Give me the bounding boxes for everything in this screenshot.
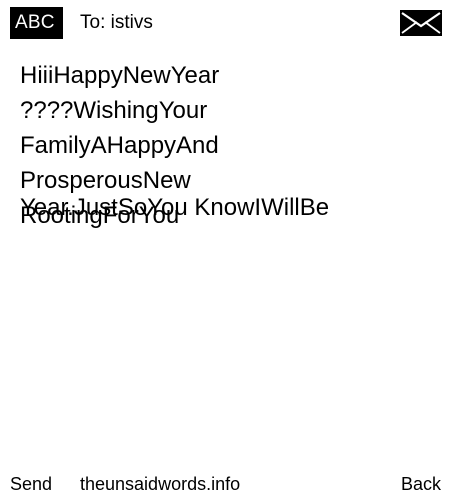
site-credit: theunsaidwords.info xyxy=(80,474,241,494)
message-header: ABC To: istivs xyxy=(0,0,450,46)
send-softkey[interactable]: Send xyxy=(10,468,52,500)
input-mode-badge: ABC xyxy=(10,7,63,39)
envelope-icon xyxy=(400,10,442,36)
recipient-field[interactable]: To: istivs xyxy=(80,10,153,36)
back-softkey[interactable]: Back xyxy=(401,468,441,500)
message-compose-area[interactable]: HiiiHappyNewYear ????WishingYour FamilyA… xyxy=(20,58,440,438)
message-overlay-text: Year.JustSoYou KnowIWillBe xyxy=(20,194,330,221)
softkey-bar: Send theunsaidwords.info Back xyxy=(0,468,450,500)
